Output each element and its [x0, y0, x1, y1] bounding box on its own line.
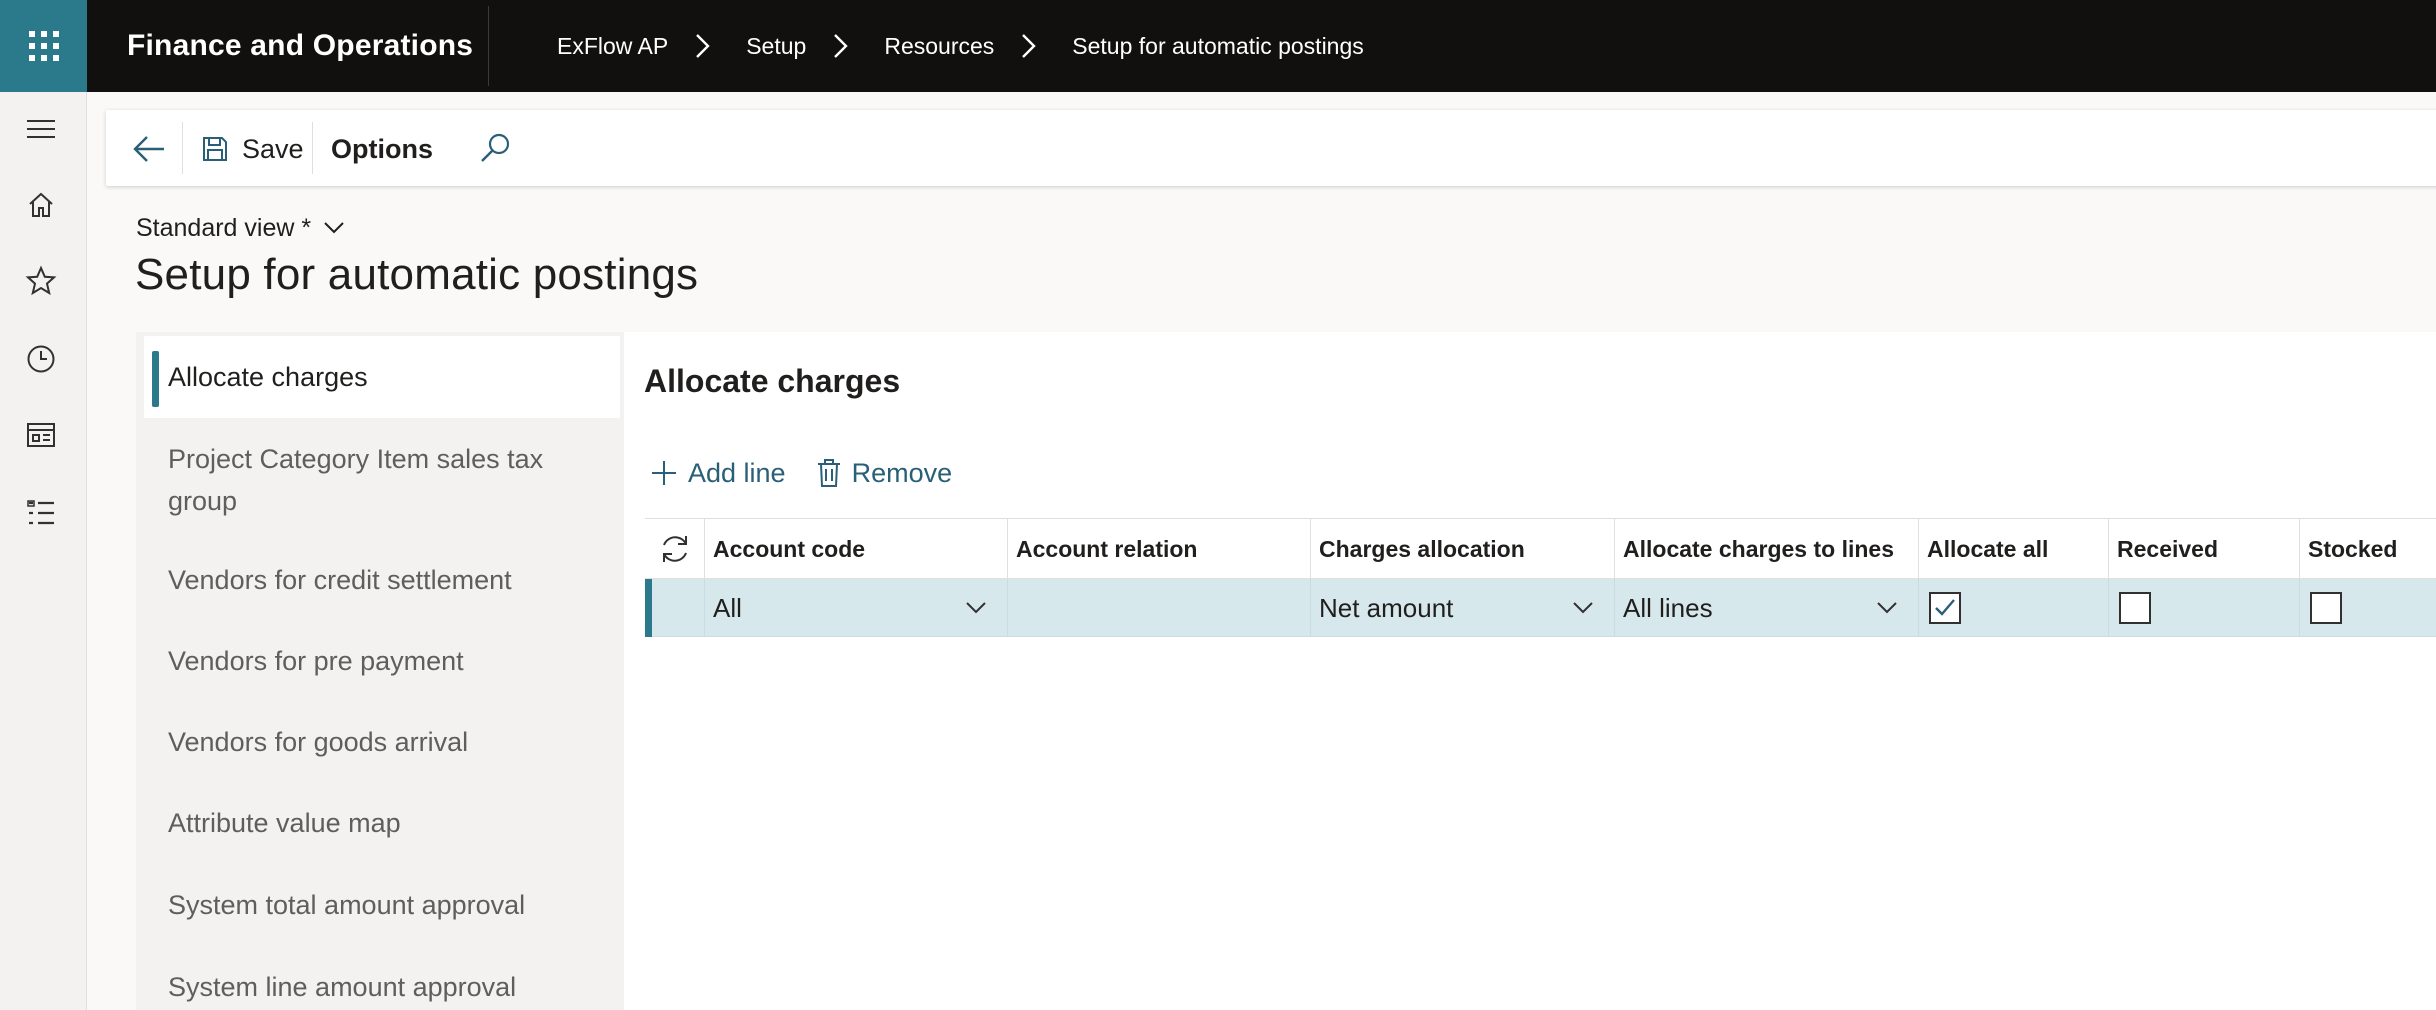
chevron-right-icon	[696, 34, 710, 58]
tab-vendors-for-credit-settlement[interactable]: Vendors for credit settlement	[144, 559, 620, 601]
tab-allocate-charges[interactable]: Allocate charges	[144, 336, 620, 418]
save-button[interactable]: Save	[200, 128, 304, 170]
charges-allocation-value: Net amount	[1319, 592, 1454, 623]
received-checkbox[interactable]	[2119, 592, 2151, 624]
tab-system-line-amount-approval[interactable]: System line amount approval	[144, 966, 620, 1008]
charges-allocation-dropdown[interactable]: Net amount	[1311, 579, 1615, 637]
app-launcher-button[interactable]	[0, 0, 87, 92]
chevron-right-icon	[1022, 34, 1036, 58]
options-tab[interactable]: Options	[331, 128, 433, 170]
table-row[interactable]: All Net amount All lines	[645, 579, 2436, 637]
breadcrumb-item-exflow-ap[interactable]: ExFlow AP	[557, 33, 668, 60]
breadcrumb: ExFlow AP Setup Resources Setup for auto…	[557, 0, 1364, 92]
home-icon[interactable]	[22, 186, 60, 224]
column-header-account-code[interactable]: Account code	[705, 519, 1008, 579]
breadcrumb-item-current[interactable]: Setup for automatic postings	[1072, 33, 1364, 60]
allocate-charges-to-lines-value: All lines	[1623, 592, 1713, 623]
title-divider	[488, 6, 489, 86]
waffle-icon	[28, 31, 59, 61]
clock-icon[interactable]	[22, 340, 60, 378]
page-title: Setup for automatic postings	[135, 250, 699, 299]
top-bar: Finance and Operations ExFlow AP Setup R…	[0, 0, 2436, 92]
tab-attribute-value-map[interactable]: Attribute value map	[144, 802, 620, 844]
vertical-tabs: Allocate charges Project Category Item s…	[136, 332, 624, 1010]
plus-icon	[652, 461, 676, 485]
app-title[interactable]: Finance and Operations	[127, 0, 473, 92]
account-code-value: All	[713, 592, 742, 623]
received-cell	[2109, 579, 2300, 637]
checkmark-icon	[1935, 599, 1955, 616]
content-pane: Allocate charges Add line Remove Account…	[624, 332, 2436, 1010]
column-header-allocate-charges-to-lines[interactable]: Allocate charges to lines	[1615, 519, 1919, 579]
refresh-icon	[662, 536, 687, 562]
column-header-charges-allocation[interactable]: Charges allocation	[1311, 519, 1615, 579]
tab-vendors-for-goods-arrival[interactable]: Vendors for goods arrival	[144, 721, 620, 763]
stocked-cell	[2300, 579, 2436, 637]
grid-header: Account code Account relation Charges al…	[645, 518, 2436, 579]
save-icon	[203, 137, 227, 161]
star-icon[interactable]	[22, 262, 60, 300]
view-label: Standard view *	[136, 213, 312, 242]
chevron-down-icon	[1573, 602, 1593, 614]
allocate-all-checkbox[interactable]	[1929, 592, 1961, 624]
add-line-button[interactable]: Add line	[650, 458, 786, 489]
tab-vendors-for-pre-payment[interactable]: Vendors for pre payment	[144, 640, 620, 682]
account-code-dropdown[interactable]: All	[705, 579, 1008, 637]
chevron-down-icon	[324, 222, 344, 234]
column-header-account-relation[interactable]: Account relation	[1008, 519, 1311, 579]
row-selector[interactable]	[645, 579, 705, 637]
grid-toolbar: Add line Remove	[650, 452, 982, 494]
list-icon[interactable]	[22, 494, 60, 532]
divider	[182, 122, 183, 174]
allocate-charges-to-lines-dropdown[interactable]: All lines	[1615, 579, 1919, 637]
section-title: Allocate charges	[644, 363, 901, 399]
save-label: Save	[242, 133, 304, 164]
breadcrumb-item-setup[interactable]: Setup	[746, 33, 806, 60]
account-relation-field[interactable]	[1008, 579, 1311, 637]
stocked-checkbox[interactable]	[2310, 592, 2342, 624]
chevron-down-icon	[966, 602, 986, 614]
chevron-down-icon	[1877, 602, 1897, 614]
column-header-received[interactable]: Received	[2109, 519, 2300, 579]
add-line-label: Add line	[688, 457, 786, 488]
divider	[312, 122, 313, 174]
search-icon[interactable]	[474, 128, 516, 170]
trash-icon	[817, 459, 840, 487]
navigation-rail	[0, 92, 87, 1010]
column-header-allocate-all[interactable]: Allocate all	[1919, 519, 2109, 579]
workspace-icon[interactable]	[22, 416, 60, 454]
tab-project-category-item-sales-tax-group[interactable]: Project Category Item sales tax group	[144, 438, 620, 522]
view-selector[interactable]: Standard view *	[136, 210, 345, 246]
back-arrow-icon[interactable]	[128, 128, 170, 170]
refresh-button[interactable]	[645, 519, 705, 579]
remove-button[interactable]: Remove	[816, 457, 953, 489]
chevron-right-icon	[834, 34, 849, 58]
allocate-all-cell	[1919, 579, 2109, 637]
menu-icon[interactable]	[22, 110, 60, 148]
action-pane: Save Options	[106, 110, 2436, 186]
column-header-stocked[interactable]: Stocked	[2300, 519, 2436, 579]
tab-system-total-amount-approval[interactable]: System total amount approval	[144, 884, 620, 926]
breadcrumb-item-resources[interactable]: Resources	[884, 33, 994, 60]
remove-label: Remove	[851, 457, 953, 488]
